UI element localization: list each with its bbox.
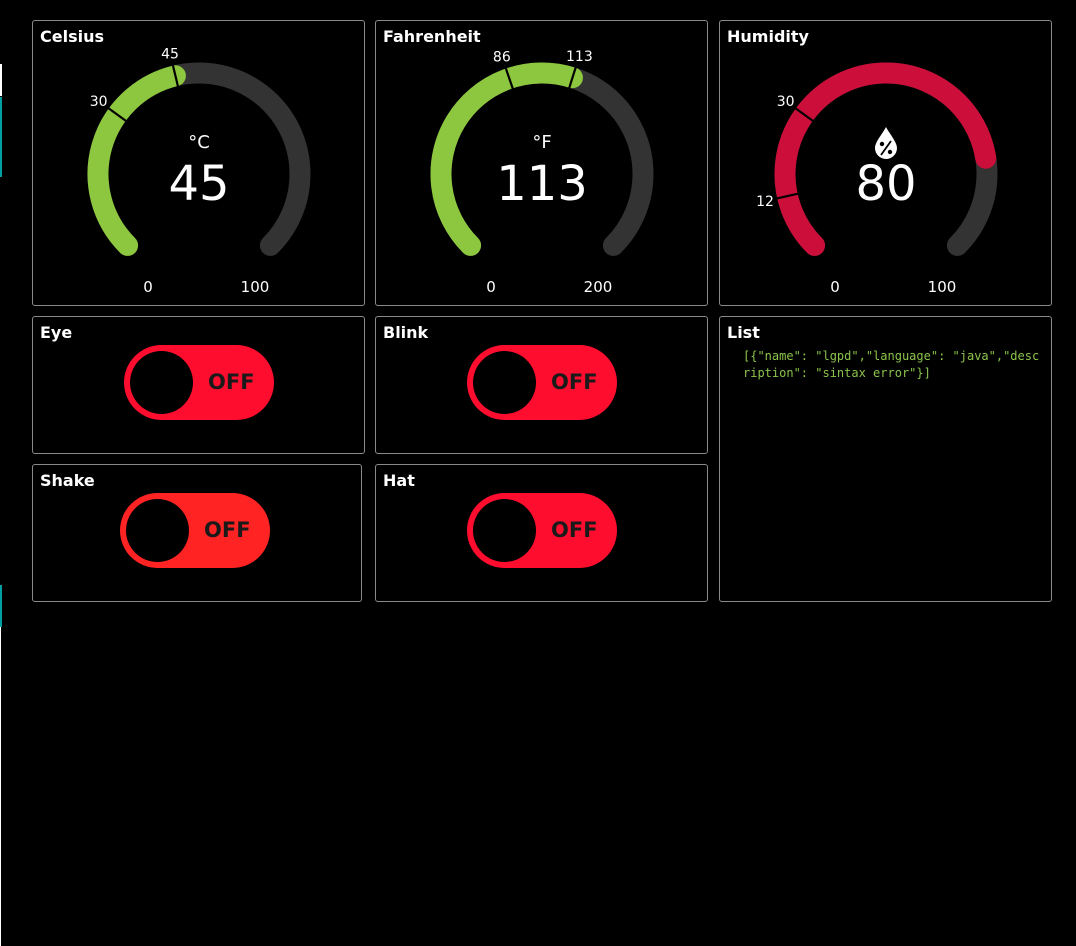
gauge-min-label: 0 bbox=[830, 278, 840, 296]
switch-card-shake: Shake OFF bbox=[32, 464, 362, 602]
toggle-state-label: OFF bbox=[551, 518, 598, 542]
gauge-max-label: 100 bbox=[928, 278, 957, 296]
celsius-gauge: 30 45 0 100 °C 45 bbox=[87, 46, 311, 296]
gauge-value: 45 bbox=[168, 156, 229, 212]
card-title: List bbox=[727, 323, 760, 342]
gauge-marker-label: 12 bbox=[756, 194, 774, 210]
edge-strip-line bbox=[0, 627, 1, 946]
gauge-card-celsius: Celsius 30 45 0 100 °C 45 bbox=[32, 20, 365, 306]
switch-card-hat: Hat OFF bbox=[375, 464, 708, 602]
humidity-gauge: 12 30 0 100 80 bbox=[756, 62, 998, 296]
toggle-knob bbox=[473, 351, 536, 414]
gauge-marker-label: 113 bbox=[566, 49, 593, 65]
card-title: Shake bbox=[40, 471, 95, 490]
gauge-card-fahrenheit: Fahrenheit 86 113 0 200 °F 113 bbox=[375, 20, 708, 306]
toggle-knob bbox=[130, 351, 193, 414]
edge-strip-teal-lower bbox=[0, 585, 2, 627]
gauge-card-humidity: Humidity 12 30 0 100 80 bbox=[719, 20, 1052, 306]
gauge-unit-label: °C bbox=[188, 132, 210, 153]
gauge-min-label: 0 bbox=[143, 278, 153, 296]
gauge-value-arc bbox=[87, 65, 186, 256]
gauge-marker-label: 30 bbox=[777, 94, 795, 110]
shake-toggle[interactable]: OFF bbox=[120, 493, 270, 568]
card-title: Blink bbox=[383, 323, 429, 342]
fahrenheit-gauge: 86 113 0 200 °F 113 bbox=[430, 49, 654, 296]
gauge-max-label: 100 bbox=[241, 278, 270, 296]
switch-card-eye: Eye OFF bbox=[32, 316, 365, 454]
gauge-min-label: 0 bbox=[486, 278, 496, 296]
switch-card-blink: Blink OFF bbox=[375, 316, 708, 454]
gauge-marker-label: 30 bbox=[90, 94, 108, 110]
gauge-marker-label: 45 bbox=[161, 46, 179, 62]
edge-strip-teal bbox=[0, 97, 2, 177]
gauge-unit-label: °F bbox=[532, 132, 551, 153]
card-title: Eye bbox=[40, 323, 73, 342]
blink-toggle[interactable]: OFF bbox=[467, 345, 617, 420]
toggle-knob bbox=[126, 499, 189, 562]
card-title: Hat bbox=[383, 471, 415, 490]
toggle-state-label: OFF bbox=[551, 370, 598, 394]
gauge-value: 113 bbox=[496, 156, 588, 212]
hat-toggle[interactable]: OFF bbox=[467, 493, 617, 568]
humidity-drop-icon bbox=[875, 127, 897, 159]
list-card: List [{"name": "lgpd","language": "java"… bbox=[719, 316, 1052, 602]
gauge-value: 80 bbox=[855, 156, 916, 212]
toggle-state-label: OFF bbox=[204, 518, 251, 542]
toggle-knob bbox=[473, 499, 536, 562]
eye-toggle[interactable]: OFF bbox=[124, 345, 274, 420]
gauge-marker-label: 86 bbox=[493, 50, 511, 66]
list-content: [{"name": "lgpd","language": "java","des… bbox=[743, 349, 1040, 380]
toggle-state-label: OFF bbox=[208, 370, 255, 394]
gauge-max-label: 200 bbox=[584, 278, 613, 296]
edge-strip-white bbox=[0, 64, 2, 96]
